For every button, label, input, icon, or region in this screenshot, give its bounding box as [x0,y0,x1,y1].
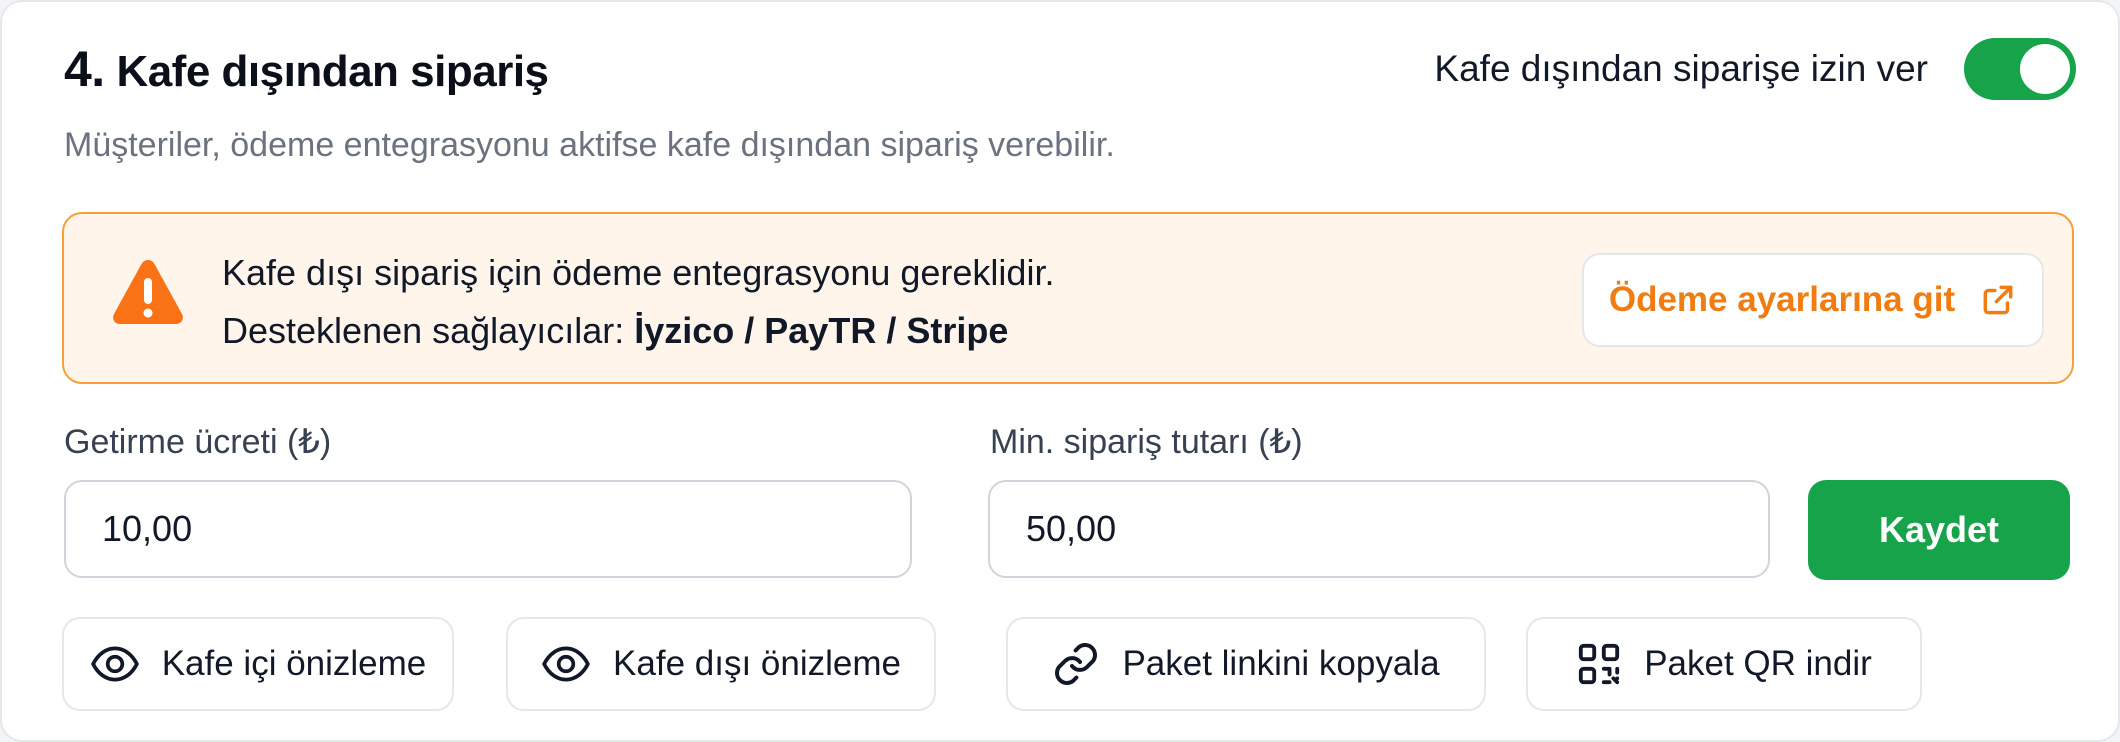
providers-list: İyzico / PayTR / Stripe [634,310,1009,351]
warning-message: Kafe dışı sipariş için ödeme entegrasyon… [222,252,1055,293]
payment-integration-warning: Kafe dışı sipariş için ödeme entegrasyon… [62,212,2074,384]
outside-preview-button[interactable]: Kafe dışı önizleme [506,617,936,711]
warning-triangle-icon [113,260,183,324]
toggle-knob [2020,44,2070,94]
inside-preview-button[interactable]: Kafe içi önizleme [62,617,454,711]
copy-package-link-button[interactable]: Paket linkini kopyala [1006,617,1486,711]
allow-outside-order-label: Kafe dışından siparişe izin ver [1434,48,1928,89]
supported-providers: Desteklenen sağlayıcılar: İyzico / PayTR… [222,310,1008,352]
payment-settings-button[interactable]: Ödeme ayarlarına git [1582,253,2044,347]
download-package-qr-label: Paket QR indir [1644,644,1872,683]
save-button[interactable]: Kaydet [1808,480,2070,580]
link-icon [1055,643,1098,685]
inside-preview-label: Kafe içi önizleme [161,644,427,683]
min-order-input[interactable] [988,480,1770,578]
eye-icon [542,646,590,682]
download-package-qr-button[interactable]: Paket QR indir [1526,617,1922,711]
external-link-icon [1983,285,2013,315]
min-order-label: Min. sipariş tutarı (₺) [990,423,1303,461]
delivery-fee-input[interactable] [64,480,912,578]
outside-preview-label: Kafe dışı önizleme [613,644,901,683]
section-description: Müşteriler, ödeme entegrasyonu aktifse k… [64,126,1115,164]
outside-order-settings-card: 4. Kafe dışından sipariş Kafe dışından s… [0,0,2120,742]
allow-outside-order-toggle[interactable] [1964,38,2076,100]
providers-label: Desteklenen sağlayıcılar: [222,310,625,351]
eye-icon [90,646,139,682]
delivery-fee-label: Getirme ücreti (₺) [64,423,332,461]
section-title: 4. Kafe dışından sipariş [64,40,549,98]
payment-settings-label: Ödeme ayarlarına git [1608,280,1956,319]
section-number: 4. [64,41,105,97]
qr-code-icon [1579,643,1620,685]
copy-package-link-label: Paket linkini kopyala [1122,644,1440,683]
section-title-text: Kafe dışından sipariş [116,47,549,96]
